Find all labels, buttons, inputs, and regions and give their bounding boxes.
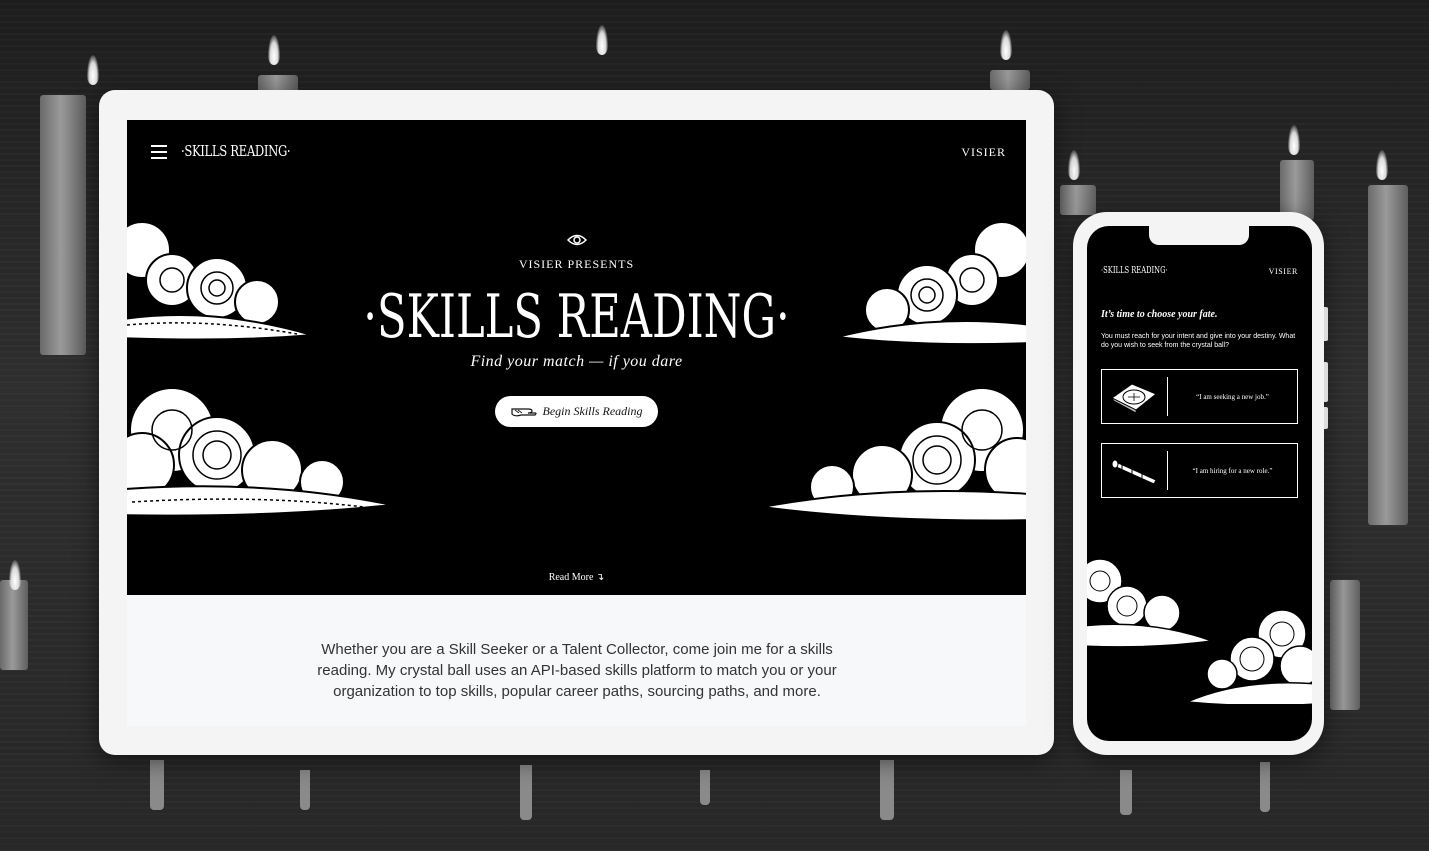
hero-tagline: Find your match — if you dare — [470, 353, 683, 370]
phone-notch — [1149, 226, 1249, 245]
presents-label: VISIER PRESENTS — [518, 257, 635, 271]
tablet-device: ·SKILLS READING· VISIER VISIER PRESENTS … — [99, 90, 1054, 755]
option-hiring-role[interactable]: “I am hiring for a new role.” — [1101, 443, 1298, 498]
cloud-icon — [761, 387, 1026, 522]
option-seeking-job[interactable]: “I am seeking a new job.” — [1101, 369, 1298, 424]
cloud-icon — [1186, 609, 1312, 704]
intro-paragraph: Whether you are a Skill Seeker or a Tale… — [317, 641, 837, 700]
eye-icon — [567, 234, 587, 246]
begin-reading-button[interactable]: Begin Skills Reading — [495, 396, 658, 427]
phone-visier-link[interactable]: VISIER — [1269, 267, 1298, 276]
phone-subtext: You must reach for your intent and give … — [1101, 333, 1296, 349]
option-seeking-job-label: “I am seeking a new job.” — [1196, 392, 1269, 401]
pointing-hand-icon — [510, 407, 537, 416]
phone-screen: ·SKILLS READING· VISIER It’s time to cho… — [1087, 226, 1312, 741]
hero-section: ·SKILLS READING· VISIER VISIER PRESENTS … — [127, 120, 1026, 595]
option-hiring-role-label: “I am hiring for a new role.” — [1192, 466, 1273, 475]
visier-link[interactable]: VISIER — [961, 145, 1006, 160]
read-more-link[interactable]: Read More ↴ — [127, 572, 1026, 583]
phone-brand-logo[interactable]: ·SKILLS READING· — [1101, 266, 1168, 276]
cloud-icon — [127, 387, 393, 517]
phone-heading: It’s time to choose your fate. — [1101, 309, 1218, 320]
brand-logo[interactable]: ·SKILLS READING· — [181, 142, 291, 160]
spyglass-icon — [1111, 459, 1157, 485]
compass-icon — [1110, 383, 1157, 414]
phone-device: ·SKILLS READING· VISIER It’s time to cho… — [1073, 212, 1328, 755]
begin-reading-label: Begin Skills Reading — [542, 404, 643, 418]
hamburger-icon[interactable] — [151, 145, 167, 159]
tablet-screen: ·SKILLS READING· VISIER VISIER PRESENTS … — [127, 120, 1026, 726]
hero-title: ·SKILLS READING· — [363, 282, 790, 352]
